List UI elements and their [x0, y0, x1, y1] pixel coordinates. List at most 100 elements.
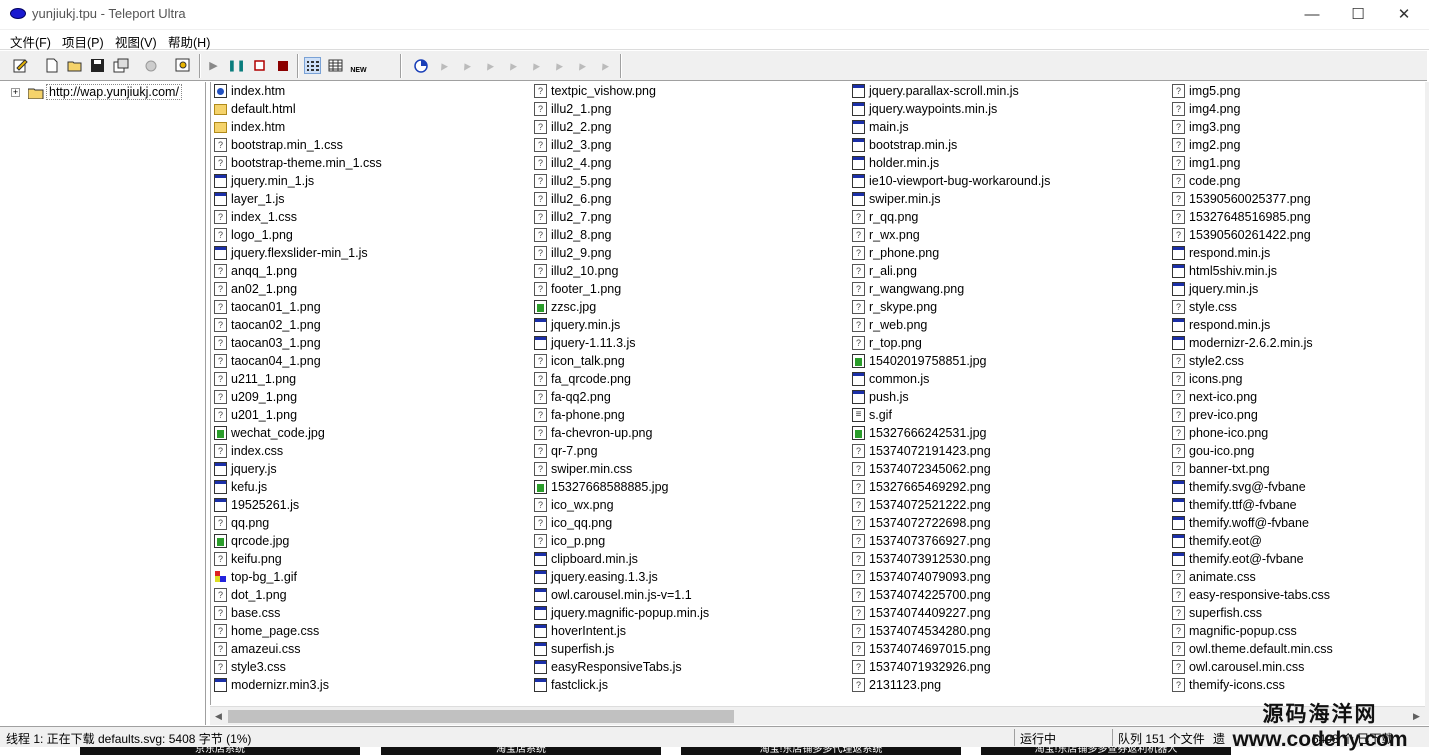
file-name: hoverIntent.js [551, 624, 627, 638]
file-name: r_web.png [869, 318, 928, 332]
file-name: r_phone.png [869, 246, 940, 260]
properties-icon[interactable] [112, 57, 129, 74]
status-separator [1112, 729, 1113, 746]
small-icons-view-icon[interactable] [304, 57, 321, 74]
bottom-tab[interactable]: 京东店系统 [80, 747, 360, 755]
unknown-file-icon: ? [214, 642, 227, 656]
file-name: 15374074225700.png [869, 588, 991, 602]
unknown-file-icon: ? [852, 246, 865, 260]
image-file-icon [534, 300, 547, 314]
file-name: illu2_10.png [551, 264, 619, 278]
file-name: fa-chevron-up.png [551, 426, 653, 440]
unknown-file-icon: ? [214, 138, 227, 152]
script-file-icon [852, 84, 865, 98]
unknown-file-icon: ? [852, 678, 865, 692]
script-file-icon [214, 246, 227, 260]
pause-icon[interactable]: ❚❚ [227, 57, 245, 74]
bottom-tab[interactable]: 淘宝!东店铺多多查券返利机器人 [981, 747, 1231, 755]
play-icon[interactable]: ▶ [205, 57, 222, 74]
wizard-icon[interactable] [143, 57, 160, 74]
file-name: easyResponsiveTabs.js [551, 660, 682, 674]
file-name: jquery.parallax-scroll.min.js [869, 84, 1019, 98]
find-icon[interactable] [174, 57, 191, 74]
menu-project[interactable]: 项目(P) [62, 32, 104, 51]
script-file-icon [534, 336, 547, 350]
file-name: index.htm [231, 84, 286, 98]
maximize-button[interactable]: ☐ [1335, 0, 1381, 30]
unknown-file-icon: ? [214, 552, 227, 566]
unknown-file-icon: ? [214, 588, 227, 602]
file-name: ico_wx.png [551, 498, 614, 512]
unknown-file-icon: ? [214, 264, 227, 278]
status-separator [1014, 729, 1015, 746]
menu-view[interactable]: 视图(V) [115, 32, 157, 51]
edit-icon[interactable] [12, 57, 29, 74]
save-icon[interactable] [89, 57, 106, 74]
file-name: 15374073766927.png [869, 534, 991, 548]
file-name: jquery.min.js [1189, 282, 1259, 296]
file-name: r_wx.png [869, 228, 920, 242]
script-file-icon [1172, 318, 1185, 332]
file-name: bootstrap-theme.min_1.css [231, 156, 382, 170]
unknown-file-icon: ? [1172, 102, 1185, 116]
close-button[interactable]: ✕ [1381, 0, 1427, 30]
scroll-left-arrow-icon[interactable]: ◀ [210, 707, 227, 726]
unknown-file-icon: ? [534, 498, 547, 512]
bottom-tab[interactable]: 淘宝店系统 [381, 747, 661, 755]
script-file-icon [534, 624, 547, 638]
scrollbar-thumb[interactable] [228, 710, 734, 723]
file-name: taocan01_1.png [231, 300, 321, 314]
file-name: u209_1.png [231, 390, 298, 404]
file-name: illu2_9.png [551, 246, 612, 260]
file-name: index.htm [231, 120, 286, 134]
open-folder-icon[interactable] [66, 57, 83, 74]
file-name: keifu.png [231, 552, 282, 566]
new-icon[interactable]: NEW [350, 57, 367, 74]
bottom-tab[interactable]: 淘宝!东店铺多多代理返系统 [681, 747, 961, 755]
file-name: r_ali.png [869, 264, 917, 278]
file-name: 15327666242531.jpg [869, 426, 987, 440]
file-name: base.css [231, 606, 281, 620]
script-file-icon [1172, 534, 1185, 548]
unknown-file-icon: ? [1172, 156, 1185, 170]
file-name: 15374074534280.png [869, 624, 991, 638]
unknown-file-icon: ? [852, 570, 865, 584]
file-name: qq.png [231, 516, 270, 530]
file-name: style2.css [1189, 354, 1244, 368]
file-name: textpic_vishow.png [551, 84, 656, 98]
minimize-button[interactable]: — [1289, 0, 1335, 30]
menu-file[interactable]: 文件(F) [10, 32, 51, 51]
unknown-file-icon: ? [1172, 678, 1185, 692]
unknown-file-icon: ? [214, 336, 227, 350]
file-name: kefu.js [231, 480, 268, 494]
stop-all-icon[interactable] [274, 57, 291, 74]
unknown-file-icon: ? [1172, 174, 1185, 188]
unknown-file-icon: ? [852, 336, 865, 350]
stop-icon[interactable] [251, 57, 268, 74]
toolbar-separator [400, 54, 402, 78]
unknown-file-icon: ? [534, 84, 547, 98]
file-name: illu2_6.png [551, 192, 612, 206]
file-name: common.js [869, 372, 930, 386]
unknown-file-icon: ? [214, 390, 227, 404]
file-name: footer_1.png [551, 282, 622, 296]
unknown-file-icon: ? [534, 444, 547, 458]
unknown-file-icon: ? [534, 462, 547, 476]
unknown-file-icon: ? [852, 480, 865, 494]
thread-status-icon [412, 57, 429, 74]
image-file-icon [852, 426, 865, 440]
unknown-file-icon: ? [534, 534, 547, 548]
file-name: fa-phone.png [551, 408, 625, 422]
tree-expander[interactable]: + [11, 88, 20, 97]
tree-root-label[interactable]: http://wap.yunjiukj.com/ [46, 84, 182, 100]
unknown-file-icon: ? [852, 606, 865, 620]
file-name: ico_qq.png [551, 516, 613, 530]
details-view-icon[interactable] [327, 57, 344, 74]
new-file-icon[interactable] [43, 57, 60, 74]
thread-idle-icon [503, 57, 520, 74]
unknown-file-icon: ? [1172, 660, 1185, 674]
file-name: illu2_8.png [551, 228, 612, 242]
document-file-icon [852, 408, 865, 422]
file-name: 15390560261422.png [1189, 228, 1311, 242]
menu-help[interactable]: 帮助(H) [168, 32, 210, 51]
